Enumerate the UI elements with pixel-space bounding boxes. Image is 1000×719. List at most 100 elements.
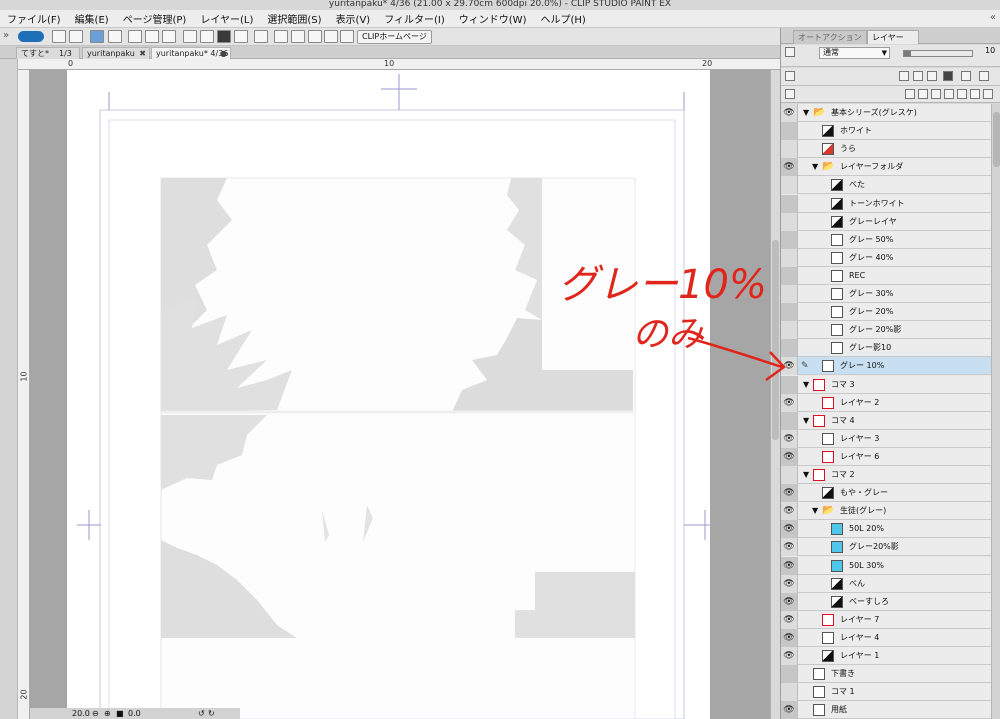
color-icon[interactable]	[324, 30, 338, 43]
eye-icon[interactable]: 👁	[781, 556, 798, 575]
transform-icon[interactable]	[217, 30, 231, 43]
layer-row[interactable]: ホワイト	[781, 122, 991, 141]
snap-special-ruler-icon[interactable]	[291, 30, 305, 43]
clip-logo-icon[interactable]	[18, 31, 44, 42]
menu-selection[interactable]: 選択範囲(S)	[260, 11, 328, 26]
eye-icon[interactable]: 👁	[781, 610, 798, 629]
eye-icon[interactable]	[781, 176, 798, 195]
zoom-value[interactable]: 20.0	[72, 708, 90, 719]
layer-row[interactable]: ▼ コマ 4	[781, 411, 991, 430]
clip-home-button[interactable]: CLIPホームページ	[357, 30, 432, 44]
eye-icon[interactable]	[781, 466, 798, 484]
scrollbar-thumb[interactable]	[993, 112, 1000, 167]
eye-icon[interactable]: 👁	[781, 538, 798, 557]
reference-icon[interactable]	[913, 71, 923, 81]
layer-row[interactable]: グレーレイヤ	[781, 212, 991, 231]
mask-enable-icon[interactable]	[979, 71, 989, 81]
tab-tesuto[interactable]: てすと* 1/3	[16, 47, 80, 59]
canvas-vertical-scrollbar[interactable]	[770, 70, 780, 719]
snap-grid-icon[interactable]	[274, 30, 288, 43]
new-vector-layer-icon[interactable]	[918, 89, 928, 99]
invert-selection-icon[interactable]	[162, 30, 176, 43]
deselect-icon[interactable]	[145, 30, 159, 43]
layer-row[interactable]: 👁 レイヤー 2	[781, 393, 991, 412]
layer-row[interactable]: 下書き	[781, 665, 991, 684]
eye-icon[interactable]	[781, 339, 798, 358]
expand-toggle-icon[interactable]: ▼	[812, 158, 818, 176]
layer-row[interactable]: 👁 レイヤー 3	[781, 429, 991, 448]
mask-icon[interactable]	[970, 89, 980, 99]
layer-row[interactable]: 👁 もや・グレー	[781, 484, 991, 503]
eye-icon[interactable]: 👁	[781, 647, 798, 665]
eye-icon[interactable]: 👁	[781, 628, 798, 647]
opacity-slider[interactable]	[903, 50, 973, 57]
expand-toggle-icon[interactable]: ▼	[803, 376, 809, 394]
tab-yuritanpaku-4[interactable]: yuritanpaku* 4/36 ●	[151, 47, 231, 59]
expand-toggle-icon[interactable]: ▼	[803, 466, 809, 484]
layer-row[interactable]: グレー 20%	[781, 303, 991, 322]
menu-help[interactable]: ヘルプ(H)	[533, 11, 592, 26]
tab-layer[interactable]: レイヤー	[867, 30, 919, 44]
layer-row[interactable]: グレー 30%	[781, 285, 991, 303]
layer-row[interactable]: 👁 グレー20%影	[781, 538, 991, 557]
eye-icon[interactable]	[781, 230, 798, 249]
layer-row[interactable]: グレー 50%	[781, 230, 991, 249]
eye-icon[interactable]: 👁	[781, 701, 798, 719]
clear-icon[interactable]	[183, 30, 197, 43]
layer-row[interactable]: 👁 レイヤー 1	[781, 647, 991, 665]
layer-stack-icon[interactable]	[785, 89, 795, 99]
eye-icon[interactable]: 👁	[781, 393, 798, 412]
layer-row[interactable]: べた	[781, 176, 991, 195]
lock-alpha-icon[interactable]	[961, 71, 971, 81]
expand-toggle-icon[interactable]: ▼	[803, 104, 809, 122]
layer-row[interactable]: 👁 50L 20%	[781, 520, 991, 539]
opacity-value[interactable]: 10	[985, 46, 995, 55]
layer-row[interactable]: グレー 20%影	[781, 321, 991, 340]
eye-icon[interactable]	[781, 683, 798, 702]
eye-icon[interactable]	[781, 248, 798, 267]
layer-row[interactable]: 👁 レイヤー 7	[781, 610, 991, 629]
fit-icon[interactable]: ■	[116, 708, 124, 719]
layer-row[interactable]: 👁 ▼ 📂 基本シリーズ(グレスケ)	[781, 104, 991, 122]
menu-page-management[interactable]: ページ管理(P)	[116, 11, 194, 26]
close-icon[interactable]: ●	[220, 48, 227, 59]
layer-row[interactable]: ▼ コマ 2	[781, 466, 991, 484]
eye-icon[interactable]	[781, 375, 798, 394]
eye-icon[interactable]	[781, 321, 798, 340]
eye-icon[interactable]	[781, 140, 798, 159]
close-icon[interactable]: ✖	[139, 48, 146, 59]
save-icon[interactable]	[90, 30, 104, 43]
draft-icon[interactable]	[927, 71, 937, 81]
collapse-chevron-icon[interactable]: «	[990, 12, 996, 23]
eye-icon[interactable]: 👁	[781, 502, 798, 521]
menu-window[interactable]: ウィンドウ(W)	[452, 11, 534, 26]
tab-yuritanpaku[interactable]: yuritanpaku ✖	[82, 47, 150, 59]
eye-icon[interactable]: 👁	[781, 104, 798, 122]
layer-row[interactable]: 👁 50L 30%	[781, 556, 991, 575]
layer-row[interactable]: 👁 用紙	[781, 701, 991, 719]
scale-icon[interactable]	[234, 30, 248, 43]
manga-page[interactable]	[67, 70, 710, 719]
layer-row[interactable]: 👁 レイヤー 4	[781, 628, 991, 647]
tab-auto-action[interactable]: オートアクション	[793, 30, 867, 44]
eye-icon[interactable]: 👁	[781, 158, 798, 177]
rotation-value[interactable]: 0.0	[128, 708, 141, 719]
rotate-left-icon[interactable]: ↺	[198, 708, 205, 719]
layer-row[interactable]: 👁 レイヤー 6	[781, 447, 991, 466]
open-file-icon[interactable]	[69, 30, 83, 43]
eye-icon[interactable]	[781, 665, 798, 684]
expand-toggle-icon[interactable]: ▼	[803, 412, 809, 430]
layer-row[interactable]: 👁 ✎ グレー 10%	[781, 357, 991, 376]
transfer-down-icon[interactable]	[944, 89, 954, 99]
menu-layer[interactable]: レイヤー(L)	[193, 11, 260, 26]
merge-icon[interactable]	[957, 89, 967, 99]
layer-row[interactable]: トーンホワイト	[781, 194, 991, 213]
eye-icon[interactable]: 👁	[781, 520, 798, 539]
menu-file[interactable]: ファイル(F)	[0, 11, 68, 26]
eye-icon[interactable]	[781, 411, 798, 430]
layer-row[interactable]: 👁 ▼ 📂 生徒(グレー)	[781, 502, 991, 521]
layer-row[interactable]: ▼ コマ 3	[781, 375, 991, 394]
eye-icon[interactable]	[781, 122, 798, 141]
eye-icon[interactable]: 👁	[781, 429, 798, 448]
eye-icon[interactable]: 👁	[781, 592, 798, 611]
